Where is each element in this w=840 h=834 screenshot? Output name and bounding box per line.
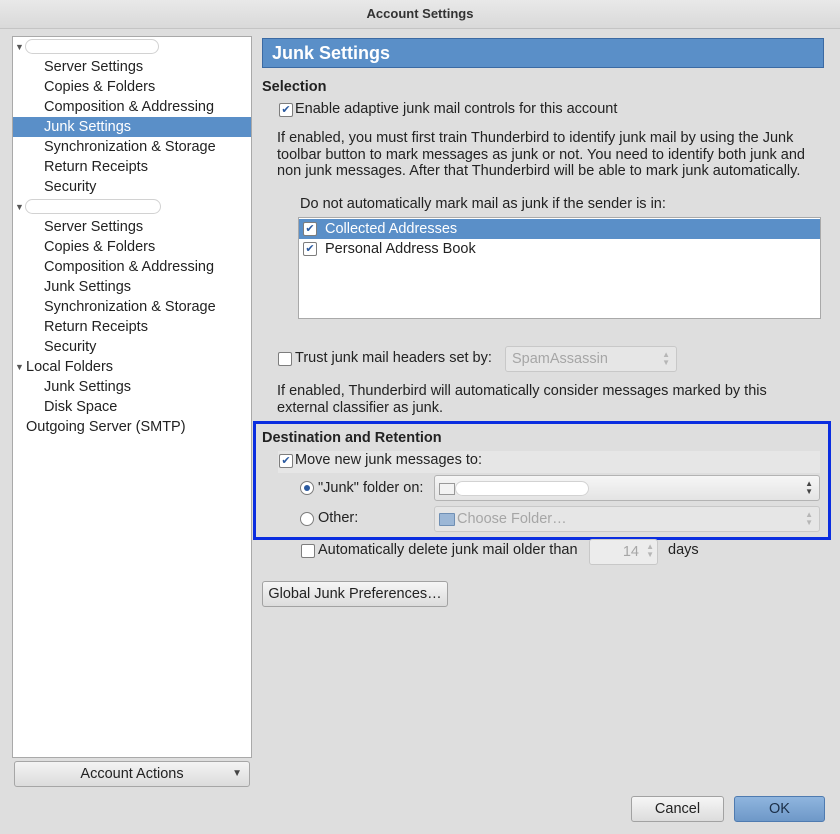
expand-triangle-icon[interactable]: ▼ [15, 357, 24, 377]
tree-item[interactable]: Server Settings [13, 217, 251, 237]
tree-item[interactable]: Synchronization & Storage [13, 297, 251, 317]
list-item-personal-address-book[interactable]: ✔ Personal Address Book [299, 239, 820, 259]
page-header: Junk Settings [262, 38, 824, 68]
account-actions-button[interactable]: Account Actions ▼ [14, 761, 250, 787]
account-tree[interactable]: ▼ Server Settings Copies & Folders Compo… [12, 36, 252, 758]
highlight-box [253, 421, 831, 540]
trust-headers-label[interactable]: Trust junk mail headers set by: [295, 350, 492, 366]
cancel-button[interactable]: Cancel [631, 796, 724, 822]
tree-item[interactable]: Synchronization & Storage [13, 137, 251, 157]
auto-delete-checkbox[interactable] [301, 544, 315, 558]
dropdown-arrow-icon: ▼ [232, 768, 242, 779]
tree-account-2[interactable]: ▼ [13, 197, 251, 217]
tree-item[interactable]: Copies & Folders [13, 237, 251, 257]
selection-heading: Selection [262, 79, 327, 95]
tree-item[interactable]: Junk Settings [13, 377, 251, 397]
window-title: Account Settings [0, 0, 840, 29]
tree-item[interactable]: Server Settings [13, 57, 251, 77]
auto-delete-days-input[interactable]: 14 ▲ ▼ [589, 539, 658, 565]
tree-item[interactable]: Security [13, 177, 251, 197]
tree-account-local-folders[interactable]: ▼ Local Folders [13, 357, 251, 377]
enable-junk-label[interactable]: Enable adaptive junk mail controls for t… [295, 101, 617, 117]
tree-item[interactable]: Copies & Folders [13, 77, 251, 97]
list-item-collected-addresses[interactable]: ✔ Collected Addresses [299, 219, 820, 239]
tree-item-outgoing-server[interactable]: Outgoing Server (SMTP) [13, 417, 251, 437]
page-title: Junk Settings [272, 43, 391, 63]
tree-account-1[interactable]: ▼ [13, 37, 251, 57]
spin-arrows-icon: ▲ ▼ [662, 350, 670, 367]
expand-triangle-icon[interactable]: ▼ [15, 37, 24, 57]
tree-item[interactable]: Junk Settings [13, 277, 251, 297]
ok-button[interactable]: OK [734, 796, 825, 822]
trust-headers-checkbox[interactable] [278, 352, 292, 366]
redacted-account-name [25, 39, 159, 54]
tree-item[interactable]: Composition & Addressing [13, 97, 251, 117]
checkbox-check-icon: ✔ [305, 223, 315, 235]
tree-item[interactable]: Security [13, 337, 251, 357]
checkbox-check-icon: ✔ [281, 104, 291, 116]
expand-triangle-icon[interactable]: ▼ [15, 197, 24, 217]
trust-description: If enabled, Thunderbird will automatical… [277, 383, 767, 416]
tree-item[interactable]: Return Receipts [13, 317, 251, 337]
spin-arrows-icon[interactable]: ▲ ▼ [646, 543, 654, 559]
whitelist-label: Do not automatically mark mail as junk i… [300, 196, 666, 212]
redacted-account-name [25, 199, 161, 214]
tree-item[interactable]: Disk Space [13, 397, 251, 417]
address-book-list[interactable]: ✔ Collected Addresses ✔ Personal Address… [298, 217, 821, 319]
trust-headers-select[interactable]: SpamAssassin ▲ ▼ [505, 346, 677, 372]
auto-delete-label[interactable]: Automatically delete junk mail older tha… [318, 542, 578, 558]
tree-item[interactable]: Composition & Addressing [13, 257, 251, 277]
enable-junk-checkbox[interactable]: ✔ [279, 103, 293, 117]
tree-item[interactable]: Return Receipts [13, 157, 251, 177]
collected-addresses-checkbox[interactable]: ✔ [303, 222, 317, 236]
personal-address-book-checkbox[interactable]: ✔ [303, 242, 317, 256]
days-label: days [668, 542, 699, 558]
global-junk-preferences-button[interactable]: Global Junk Preferences… [262, 581, 448, 607]
checkbox-check-icon: ✔ [305, 243, 315, 255]
selection-description: If enabled, you must first train Thunder… [277, 130, 805, 179]
tree-item-selected[interactable]: Junk Settings [13, 117, 251, 137]
